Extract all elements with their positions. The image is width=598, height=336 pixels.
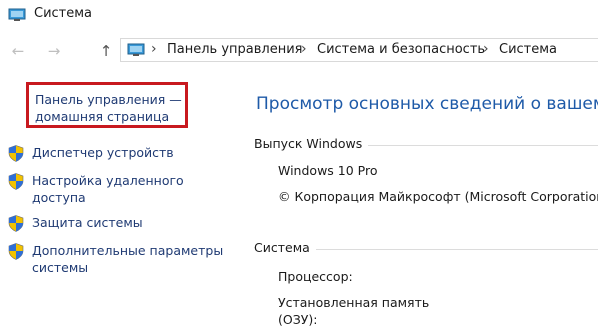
shield-icon	[8, 215, 24, 232]
windows-edition-value: Windows 10 Pro	[278, 163, 378, 178]
navigation-bar: ← → ↑ › Панель управления › Система и бе…	[0, 36, 598, 66]
arrow-right-icon: →	[47, 42, 61, 60]
window-title: Система	[34, 6, 93, 21]
address-bar[interactable]: › Панель управления › Система и безопасн…	[120, 38, 598, 62]
breadcrumb-separator: ›	[151, 41, 157, 57]
breadcrumb-separator: ›	[483, 41, 489, 57]
system-section: Система	[254, 240, 598, 260]
copyright-text: © Корпорация Майкрософт (Microsoft Corpo…	[278, 189, 598, 204]
memory-label-line2: (ОЗУ):	[278, 312, 318, 327]
sidebar-item-label: Диспетчер устройств	[32, 145, 174, 160]
main-content: Просмотр основных сведений о вашем ко Вы…	[240, 80, 598, 336]
breadcrumb-system[interactable]: Система	[499, 42, 557, 57]
arrow-left-icon: ←	[11, 42, 25, 60]
sidebar-item-label-line2: доступа	[32, 190, 86, 205]
breadcrumb-separator: ›	[301, 41, 307, 57]
control-panel-home-link[interactable]: Панель управления — домашняя страница	[26, 82, 188, 128]
processor-label: Процессор:	[278, 269, 353, 284]
section-title: Выпуск Windows	[254, 136, 369, 151]
breadcrumb-control-panel[interactable]: Панель управления	[167, 42, 303, 57]
arrow-up-icon: ↑	[99, 42, 113, 60]
forward-button[interactable]: →	[44, 41, 64, 61]
up-button[interactable]: ↑	[96, 41, 116, 61]
home-link-line2: домашняя страница	[35, 109, 170, 124]
sidebar: Панель управления — домашняя страница Ди…	[0, 80, 240, 336]
home-link-line1: Панель управления —	[35, 92, 182, 107]
sidebar-item-label: Настройка удаленного	[32, 173, 184, 188]
shield-icon	[8, 145, 24, 162]
computer-icon	[127, 43, 145, 56]
system-window: Система ← → ↑ › Панель управления › Сист…	[0, 0, 598, 336]
sidebar-item-label-line2: системы	[32, 260, 89, 275]
shield-icon	[8, 243, 24, 260]
title-bar: Система	[0, 0, 598, 32]
page-title: Просмотр основных сведений о вашем ко	[256, 94, 598, 114]
sidebar-item-label: Дополнительные параметры	[32, 243, 224, 258]
shield-icon	[8, 173, 24, 190]
memory-label: Установленная память	[278, 295, 430, 310]
sidebar-item-label: Защита системы	[32, 215, 143, 230]
breadcrumb-system-security[interactable]: Система и безопасность	[317, 42, 485, 57]
section-title: Система	[254, 240, 316, 255]
back-button[interactable]: ←	[8, 41, 28, 61]
computer-icon	[8, 8, 26, 21]
